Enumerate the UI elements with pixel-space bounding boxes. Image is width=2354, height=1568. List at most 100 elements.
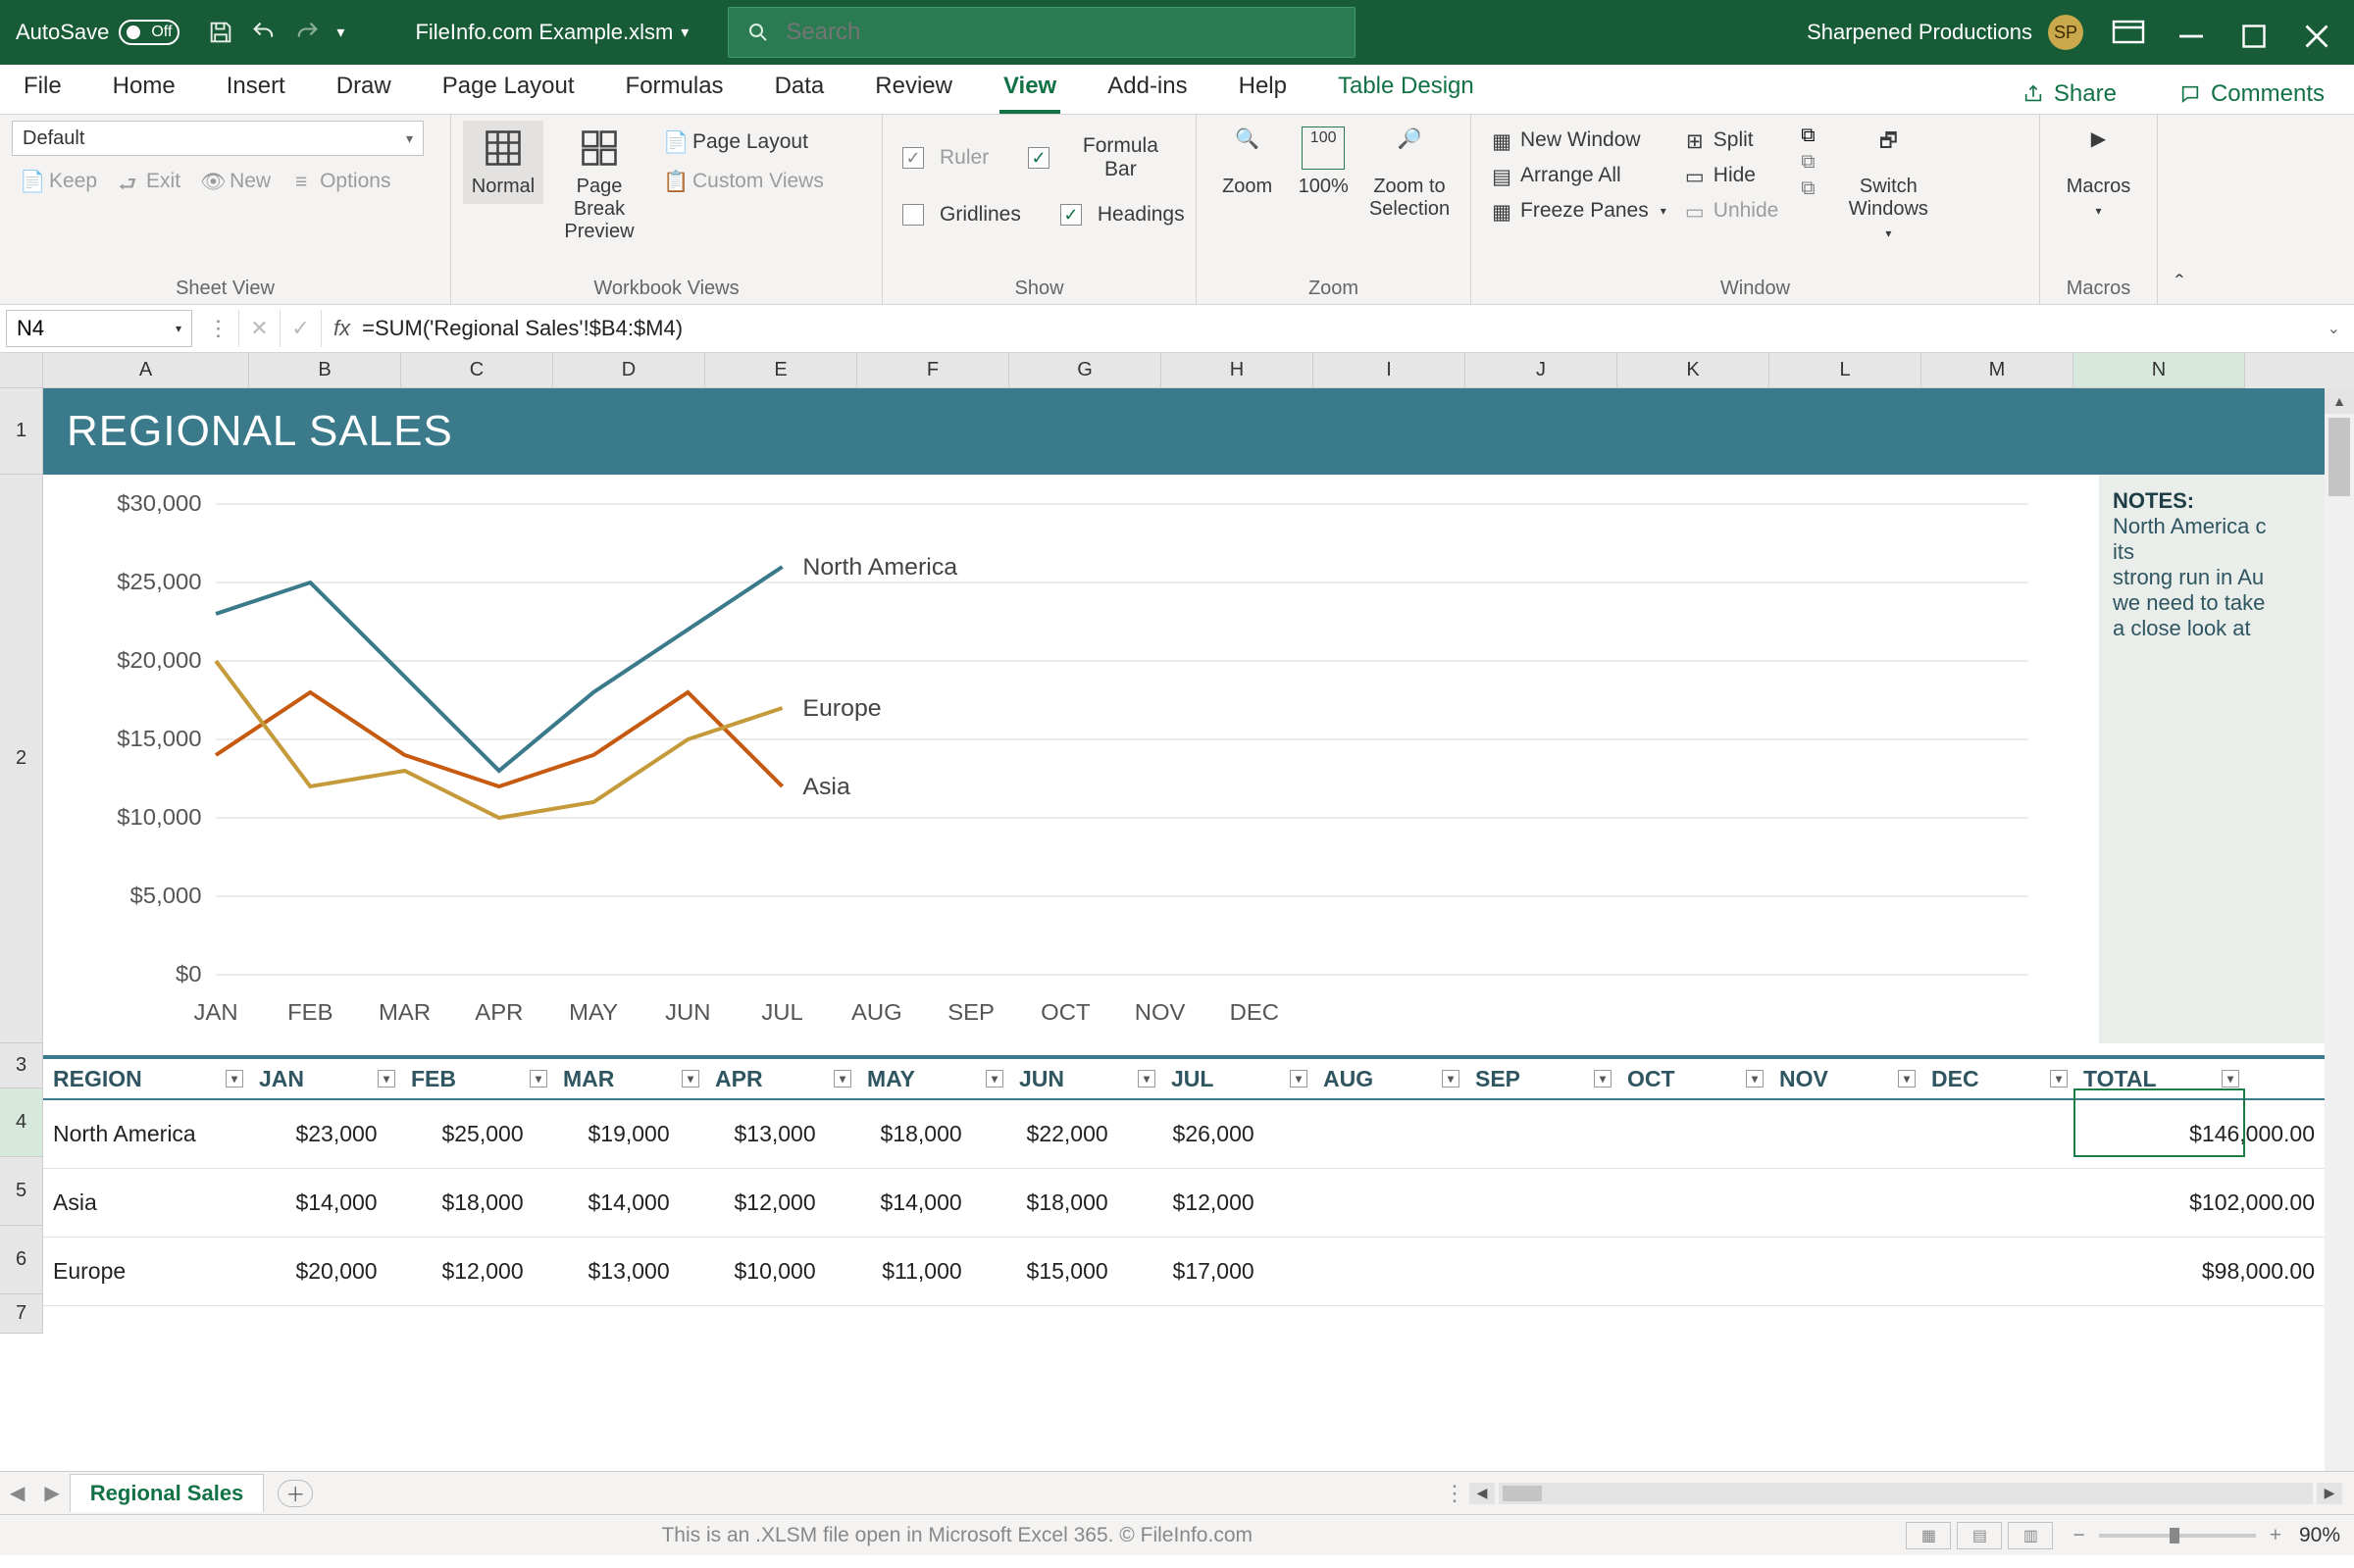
- cell-total[interactable]: $146,000.00: [2160, 1121, 2325, 1147]
- filter-dropdown-icon[interactable]: ▾: [1746, 1070, 1764, 1087]
- cell[interactable]: $20,000: [241, 1258, 387, 1285]
- gridlines-checkbox[interactable]: Gridlines: [895, 199, 1029, 230]
- col-header[interactable]: J: [1465, 353, 1617, 388]
- cell[interactable]: $18,000: [972, 1189, 1118, 1216]
- table-header[interactable]: DEC▾: [1921, 1059, 2073, 1098]
- scroll-right-icon[interactable]: ▶: [2317, 1483, 2342, 1504]
- cell[interactable]: $18,000: [826, 1121, 972, 1147]
- cell-region[interactable]: Europe: [43, 1258, 241, 1285]
- filter-dropdown-icon[interactable]: ▾: [2050, 1070, 2068, 1087]
- filter-dropdown-icon[interactable]: ▾: [2222, 1070, 2239, 1087]
- filter-dropdown-icon[interactable]: ▾: [1442, 1070, 1459, 1087]
- ribbon-display-icon[interactable]: [2111, 19, 2146, 46]
- cell[interactable]: $11,000: [826, 1258, 972, 1285]
- table-header[interactable]: TOTAL▾: [2073, 1059, 2245, 1098]
- share-button[interactable]: Share: [2013, 75, 2126, 114]
- switchwindows-button[interactable]: 🗗Switch Windows▾: [1829, 121, 1947, 246]
- search-input[interactable]: [786, 19, 1337, 46]
- row-header[interactable]: 5: [0, 1157, 43, 1226]
- cell[interactable]: $22,000: [972, 1121, 1118, 1147]
- search-box[interactable]: [728, 7, 1356, 58]
- filter-dropdown-icon[interactable]: ▾: [1138, 1070, 1155, 1087]
- filter-dropdown-icon[interactable]: ▾: [1594, 1070, 1612, 1087]
- arrangeall-button[interactable]: ▤Arrange All: [1483, 160, 1674, 191]
- col-header[interactable]: M: [1921, 353, 2073, 388]
- formulabar-checkbox[interactable]: Formula Bar: [1020, 130, 1184, 185]
- normal-view-button[interactable]: Normal: [463, 121, 543, 204]
- cell[interactable]: $19,000: [534, 1121, 680, 1147]
- tab-table-design[interactable]: Table Design: [1334, 63, 1478, 114]
- cell[interactable]: $13,000: [680, 1121, 826, 1147]
- undo-icon[interactable]: [250, 19, 278, 46]
- scroll-thumb[interactable]: [2328, 418, 2350, 496]
- cell[interactable]: $23,000: [241, 1121, 387, 1147]
- filter-dropdown-icon[interactable]: ▾: [986, 1070, 1003, 1087]
- cell[interactable]: $12,000: [387, 1258, 534, 1285]
- zoom-100-button[interactable]: 100100%: [1288, 121, 1358, 204]
- qat-dropdown-icon[interactable]: ▾: [336, 23, 344, 42]
- cell[interactable]: $25,000: [387, 1121, 534, 1147]
- tab-review[interactable]: Review: [871, 63, 956, 114]
- enter-icon[interactable]: ✓: [281, 310, 322, 347]
- cell-region[interactable]: Asia: [43, 1189, 241, 1216]
- tab-formulas[interactable]: Formulas: [622, 63, 728, 114]
- pagelayout-button[interactable]: 📄Page Layout: [655, 126, 832, 158]
- new-view-button[interactable]: 👁New: [192, 166, 279, 197]
- pagebreak-button[interactable]: Page Break Preview: [545, 121, 653, 249]
- tab-data[interactable]: Data: [771, 63, 829, 114]
- tab-next-icon[interactable]: ▶: [34, 1481, 69, 1505]
- table-header[interactable]: FEB▾: [401, 1059, 553, 1098]
- row-header[interactable]: 2: [0, 475, 43, 1043]
- zoom-label[interactable]: 90%: [2299, 1524, 2340, 1547]
- col-header[interactable]: A: [43, 353, 249, 388]
- close-icon[interactable]: [2299, 19, 2334, 46]
- exit-button[interactable]: ⮐Exit: [109, 166, 188, 197]
- tab-home[interactable]: Home: [109, 63, 179, 114]
- formula-input[interactable]: =SUM('Regional Sales'!$B4:$M4): [362, 316, 2313, 341]
- cell[interactable]: $14,000: [241, 1189, 387, 1216]
- row-header[interactable]: 1: [0, 388, 43, 475]
- tab-prev-icon[interactable]: ◀: [0, 1481, 34, 1505]
- column-headers[interactable]: ABCDEFGHIJKLMN: [0, 353, 2354, 388]
- row-headers[interactable]: 1234567: [0, 388, 43, 1334]
- minimize-icon[interactable]: [2174, 19, 2209, 46]
- pagebreak-view-icon[interactable]: ▥: [2008, 1522, 2053, 1549]
- cell[interactable]: $14,000: [826, 1189, 972, 1216]
- select-all[interactable]: [0, 353, 43, 388]
- tab-page-layout[interactable]: Page Layout: [438, 63, 579, 114]
- collapse-ribbon-icon[interactable]: ˆ: [2158, 115, 2201, 304]
- table-header[interactable]: OCT▾: [1617, 1059, 1769, 1098]
- filter-dropdown-icon[interactable]: ▾: [226, 1070, 243, 1087]
- table-header[interactable]: APR▾: [705, 1059, 857, 1098]
- filter-dropdown-icon[interactable]: ▾: [834, 1070, 851, 1087]
- filter-dropdown-icon[interactable]: ▾: [682, 1070, 699, 1087]
- fx-icon[interactable]: fx: [322, 316, 362, 341]
- cell[interactable]: $12,000: [1118, 1189, 1264, 1216]
- sheetview-dropdown[interactable]: Default▾: [12, 121, 424, 156]
- add-sheet-button[interactable]: ＋: [278, 1480, 313, 1507]
- maximize-icon[interactable]: [2236, 19, 2272, 46]
- avatar[interactable]: SP: [2048, 15, 2083, 50]
- tab-file[interactable]: File: [20, 63, 66, 114]
- cell[interactable]: $18,000: [387, 1189, 534, 1216]
- col-header[interactable]: B: [249, 353, 401, 388]
- col-header[interactable]: G: [1009, 353, 1161, 388]
- filter-dropdown-icon[interactable]: ▾: [530, 1070, 547, 1087]
- cell-total[interactable]: $102,000.00: [2160, 1189, 2325, 1216]
- redo-icon[interactable]: [293, 19, 321, 46]
- table-header[interactable]: JAN▾: [249, 1059, 401, 1098]
- col-header[interactable]: N: [2073, 353, 2245, 388]
- customviews-button[interactable]: 📋Custom Views: [655, 166, 832, 197]
- sheet-tab-active[interactable]: Regional Sales: [70, 1474, 265, 1512]
- col-header[interactable]: E: [705, 353, 857, 388]
- line-chart[interactable]: $0$5,000$10,000$15,000$20,000$25,000$30,…: [53, 475, 2089, 1043]
- cell[interactable]: $10,000: [680, 1258, 826, 1285]
- cell[interactable]: $14,000: [534, 1189, 680, 1216]
- scroll-up-icon[interactable]: ▲: [2325, 388, 2354, 414]
- tab-view[interactable]: View: [999, 63, 1060, 114]
- vertical-scrollbar[interactable]: ▲: [2325, 388, 2354, 1471]
- row-header[interactable]: 4: [0, 1088, 43, 1157]
- filter-dropdown-icon[interactable]: ▾: [1290, 1070, 1307, 1087]
- cell[interactable]: $12,000: [680, 1189, 826, 1216]
- save-icon[interactable]: [207, 19, 234, 46]
